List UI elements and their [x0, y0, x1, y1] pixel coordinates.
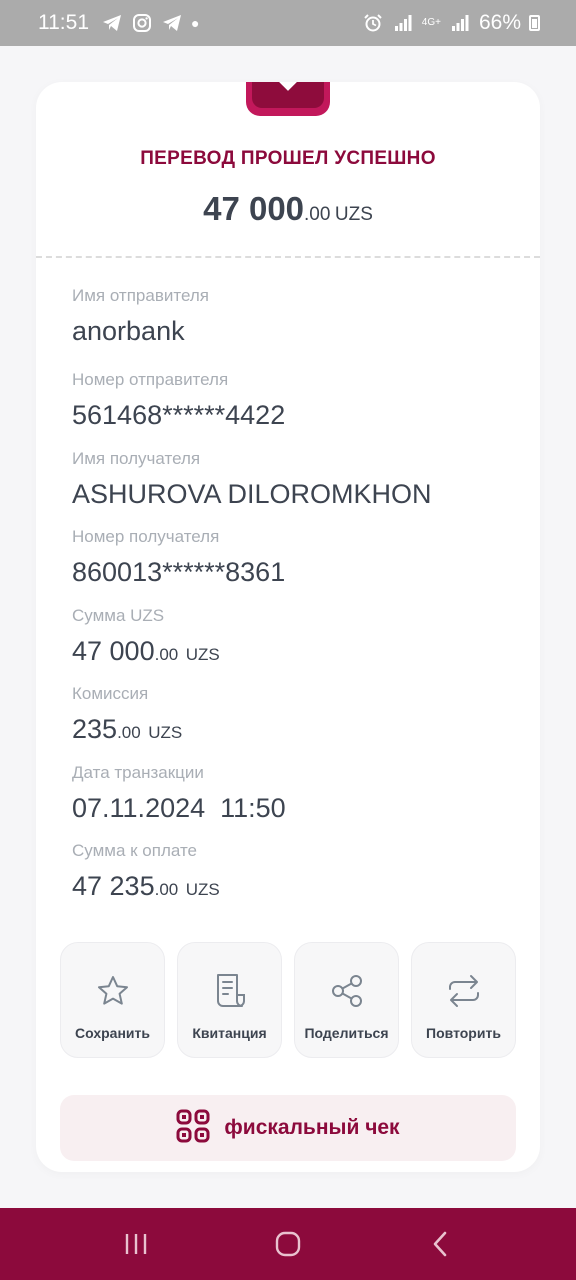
battery-icon: [529, 15, 540, 31]
field-commission: Комиссия 235.00 UZS: [72, 684, 512, 745]
field-value: 47 235.00 UZS: [72, 871, 220, 901]
amount-currency: UZS: [334, 204, 373, 225]
save-button[interactable]: Сохранить: [60, 942, 165, 1058]
dashed-divider: [36, 256, 540, 258]
battery-percent: 66%: [478, 11, 521, 34]
field-amount-uzs: Сумма UZS 47 000.00 UZS: [72, 606, 512, 667]
fiscal-receipt-button[interactable]: фискальный чек: [60, 1095, 516, 1161]
signal-icon: [392, 12, 414, 34]
save-label: Сохранить: [75, 1025, 150, 1041]
status-bar: 11:51 ● 4G+ 66%: [0, 0, 576, 46]
qr-code-icon: [176, 1109, 210, 1148]
transfer-amount: 47 000.00 UZS: [36, 190, 540, 228]
field-label: Дата транзакции: [72, 763, 204, 782]
field-recipient-number: Номер получателя 860013******8361: [72, 527, 512, 588]
field-label: Имя отправителя: [72, 286, 209, 305]
amount-integer: 47 000: [203, 190, 305, 227]
field-value: 860013******8361: [72, 557, 286, 587]
receipt-card: ПЕРЕВОД ПРОШЕЛ УСПЕШНО 47 000.00 UZS Имя…: [36, 82, 540, 1172]
fiscal-receipt-label: фискальный чек: [224, 1116, 400, 1139]
field-label: Номер отправителя: [72, 370, 229, 389]
field-label: Сумма UZS: [72, 606, 165, 625]
field-recipient-name: Имя получателя ASHUROVA DILOROMKHON: [72, 449, 512, 510]
repeat-label: Повторить: [426, 1025, 501, 1041]
share-button[interactable]: Поделиться: [294, 942, 399, 1058]
field-value: 235.00 UZS: [72, 714, 183, 744]
success-title: ПЕРЕВОД ПРОШЕЛ УСПЕШНО: [140, 148, 436, 169]
field-total-payment: Сумма к оплате 47 235.00 UZS: [72, 841, 512, 902]
network-type: 4G+: [421, 17, 441, 28]
telegram-icon: [161, 12, 183, 34]
field-value: anorbank: [72, 316, 185, 346]
notification-dot-icon: ●: [191, 15, 200, 31]
field-sender-name: Имя отправителя anorbank: [72, 286, 512, 347]
field-label: Номер получателя: [72, 527, 220, 546]
field-label: Имя получателя: [72, 449, 201, 468]
star-icon: [95, 973, 131, 1009]
field-label: Сумма к оплате: [72, 841, 198, 860]
home-button[interactable]: [268, 1224, 308, 1264]
receipt-icon: [212, 973, 248, 1009]
field-label: Комиссия: [72, 684, 149, 703]
system-nav-bar: [0, 1208, 576, 1280]
field-transaction-date: Дата транзакции 07.11.2024 11:50: [72, 763, 512, 824]
alarm-icon: [362, 12, 384, 34]
status-time: 11:51: [38, 11, 89, 34]
field-value: 561468******4422: [72, 400, 286, 430]
telegram-icon: [101, 12, 123, 34]
field-value: ASHUROVA DILOROMKHON: [72, 479, 432, 509]
field-value: 07.11.2024 11:50: [72, 793, 286, 823]
bank-logo: [246, 82, 330, 116]
amount-fraction: .00: [304, 204, 331, 225]
recent-apps-button[interactable]: [116, 1224, 156, 1264]
back-button[interactable]: [420, 1224, 460, 1264]
action-buttons: Сохранить Квитанция Поделиться Повторить: [60, 942, 516, 1058]
repeat-button[interactable]: Повторить: [411, 942, 516, 1058]
repeat-icon: [446, 973, 482, 1009]
signal-icon: [449, 12, 471, 34]
field-sender-number: Номер отправителя 561468******4422: [72, 370, 512, 431]
share-label: Поделиться: [304, 1025, 389, 1041]
field-value: 47 000.00 UZS: [72, 636, 220, 666]
share-icon: [329, 973, 365, 1009]
receipt-button[interactable]: Квитанция: [177, 942, 282, 1058]
instagram-icon: [131, 12, 153, 34]
receipt-label: Квитанция: [192, 1025, 267, 1041]
